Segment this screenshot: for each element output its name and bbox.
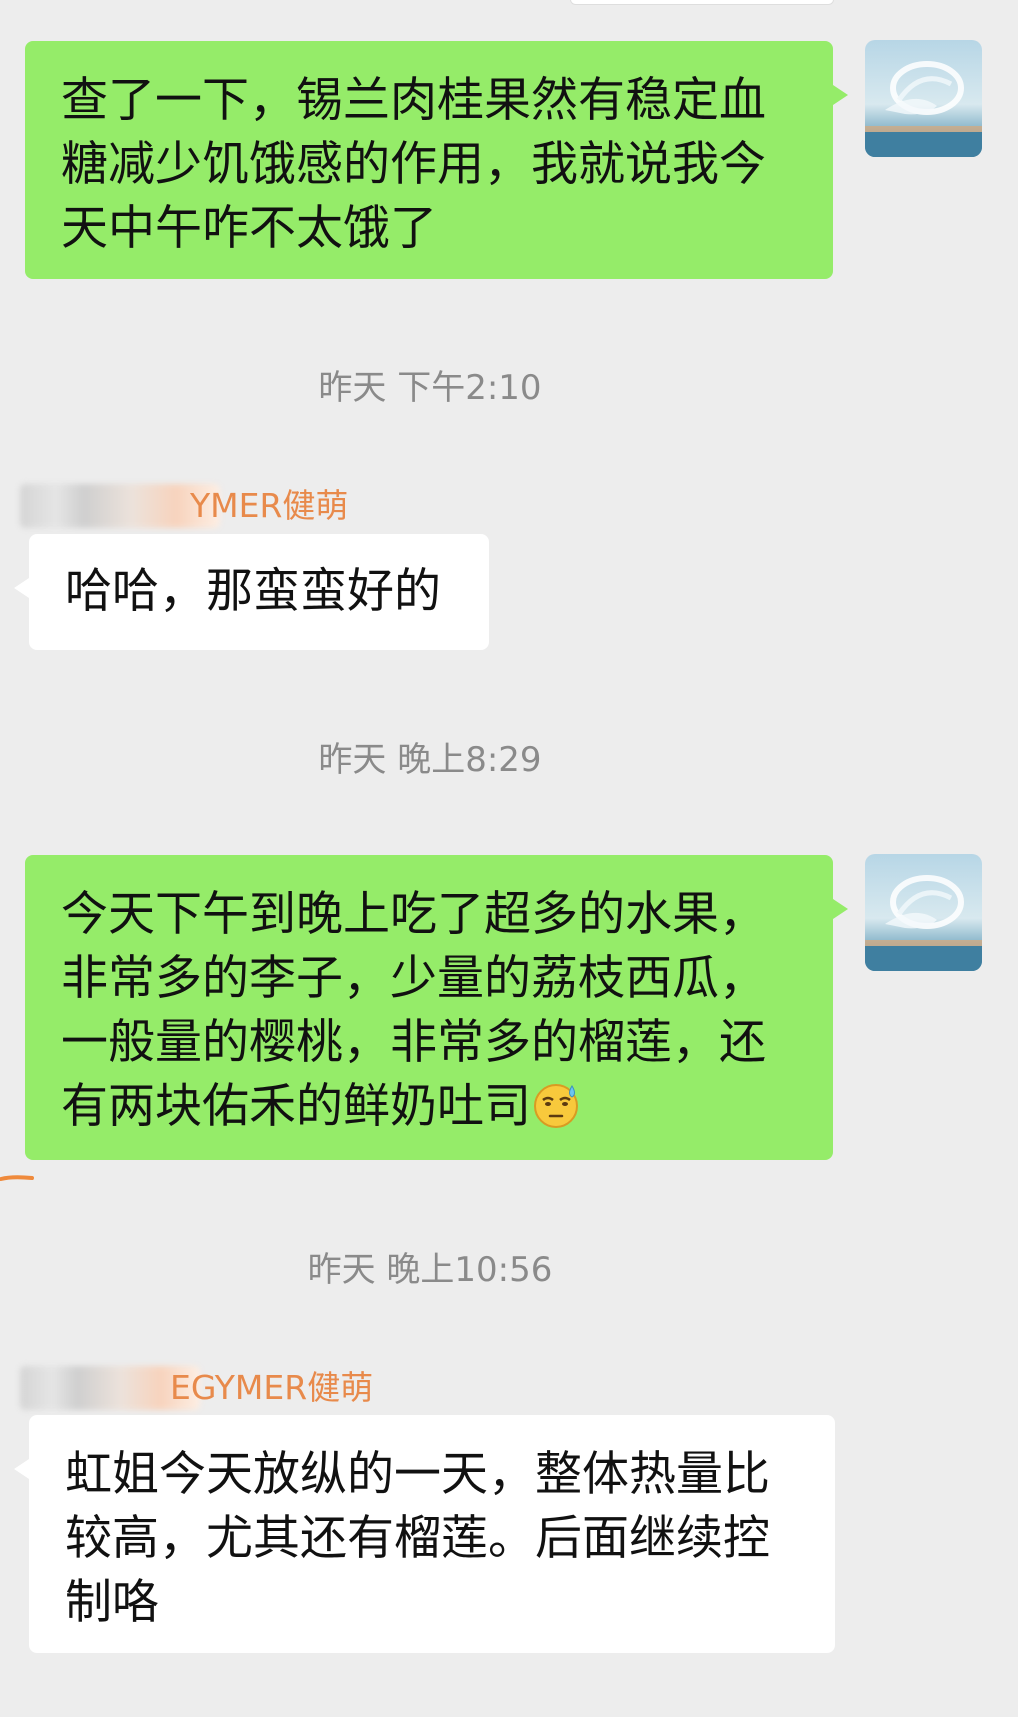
message-text: 查了一下，锡兰肉桂果然有稳定血糖减少饥饿感的作用，我就说我今天中午咋不太饿了 xyxy=(61,73,766,256)
outgoing-message-bubble[interactable]: 今天下午到晚上吃了超多的水果，非常多的李子，少量的荔枝西瓜，一般量的樱桃，非常多… xyxy=(25,855,848,1160)
avatar-image xyxy=(865,40,982,157)
self-avatar[interactable] xyxy=(865,854,982,971)
self-avatar[interactable] xyxy=(865,40,982,157)
previous-message-bubble-fragment xyxy=(570,0,834,5)
sender-name: EGYMER健萌 xyxy=(20,1360,373,1416)
timestamp: 昨天 晚上10:56 xyxy=(307,1250,553,1290)
timestamp: 昨天 晚上8:29 xyxy=(318,740,542,780)
message-text: 哈哈，那蛮蛮好的 xyxy=(65,564,441,619)
message-text: 今天下午到晚上吃了超多的水果，非常多的李子，少量的荔枝西瓜，一般量的樱桃，非常多… xyxy=(61,887,766,1134)
sweat-smile-emoji-icon xyxy=(531,1080,581,1130)
avatar-image xyxy=(865,854,982,971)
outgoing-message-bubble[interactable]: 查了一下，锡兰肉桂果然有稳定血糖减少饥饿感的作用，我就说我今天中午咋不太饿了 xyxy=(25,41,848,279)
sender-name: YMER健萌 xyxy=(20,478,348,534)
message-text: 虹姐今天放纵的一天，整体热量比较高，尤其还有榴莲。后面继续控制咯 xyxy=(65,1447,770,1630)
timestamp: 昨天 下午2:10 xyxy=(318,368,542,408)
orange-mark xyxy=(0,1175,34,1181)
incoming-message-bubble[interactable]: 哈哈，那蛮蛮好的 xyxy=(14,534,489,650)
sender-name-text: EGYMER健萌 xyxy=(170,1368,374,1407)
incoming-message-bubble[interactable]: 虹姐今天放纵的一天，整体热量比较高，尤其还有榴莲。后面继续控制咯 xyxy=(14,1415,835,1653)
sender-name-text: YMER健萌 xyxy=(190,486,349,525)
